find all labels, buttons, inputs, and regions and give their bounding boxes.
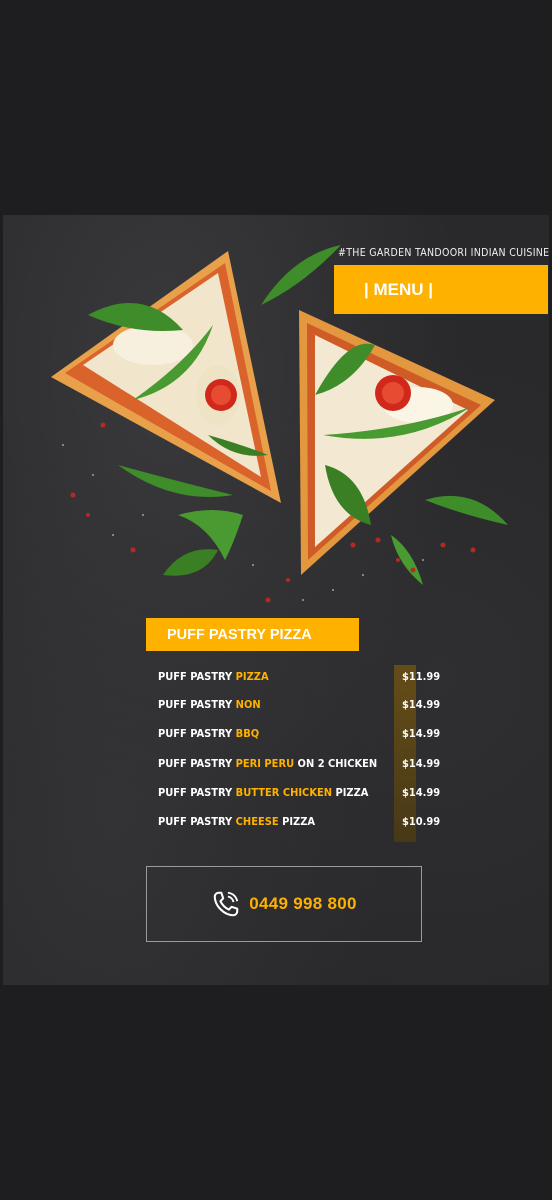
phone-icon bbox=[213, 891, 239, 917]
item-suffix: PIZZA bbox=[278, 815, 316, 828]
item-prefix: PUFF PASTRY bbox=[158, 727, 236, 740]
menu-item: PUFF PASTRY PERI PERU ON 2 CHICKEN $14.9… bbox=[158, 754, 448, 774]
menu-item: PUFF PASTRY NON $14.99 bbox=[158, 695, 448, 715]
menu-item: PUFF PASTRY BUTTER CHICKEN PIZZA $14.99 bbox=[158, 783, 448, 803]
item-price: $14.99 bbox=[402, 698, 441, 711]
item-price: $11.99 bbox=[402, 670, 441, 683]
item-prefix: PUFF PASTRY bbox=[158, 757, 236, 770]
item-highlight: PERI PERU bbox=[235, 757, 295, 770]
pizza-slice-right bbox=[299, 310, 495, 575]
item-suffix: PIZZA bbox=[332, 786, 369, 799]
item-highlight: BBQ bbox=[235, 727, 260, 740]
menu-item: PUFF PASTRY PIZZA $11.99 bbox=[158, 667, 448, 687]
restaurant-hashtag: #THE GARDEN TANDOORI INDIAN CUISINE bbox=[338, 247, 549, 259]
menu-item: PUFF PASTRY BBQ $14.99 bbox=[158, 724, 448, 744]
item-price: $10.99 bbox=[402, 815, 441, 828]
item-price: $14.99 bbox=[402, 727, 441, 740]
item-prefix: PUFF PASTRY bbox=[158, 815, 236, 828]
item-price: $14.99 bbox=[402, 757, 441, 770]
item-prefix: PUFF PASTRY bbox=[158, 698, 236, 711]
item-highlight: BUTTER CHICKEN bbox=[235, 786, 333, 799]
item-price: $14.99 bbox=[402, 786, 441, 799]
section-title: PUFF PASTRY PIZZA bbox=[146, 618, 359, 651]
item-prefix: PUFF PASTRY bbox=[158, 786, 236, 799]
item-suffix: ON 2 CHICKEN bbox=[294, 757, 378, 770]
menu-item: PUFF PASTRY CHEESE PIZZA $10.99 bbox=[158, 812, 448, 832]
pizza-slice-left bbox=[51, 251, 281, 503]
item-prefix: PUFF PASTRY bbox=[158, 670, 236, 683]
item-highlight: NON bbox=[235, 698, 261, 711]
menu-button[interactable]: | MENU | bbox=[334, 265, 548, 314]
menu-poster: #THE GARDEN TANDOORI INDIAN CUISINE | ME… bbox=[3, 215, 549, 985]
item-highlight: PIZZA bbox=[235, 670, 269, 683]
phone-call-button[interactable]: 0449 998 800 bbox=[146, 866, 422, 942]
phone-number: 0449 998 800 bbox=[249, 894, 357, 913]
item-highlight: CHEESE bbox=[235, 815, 279, 828]
